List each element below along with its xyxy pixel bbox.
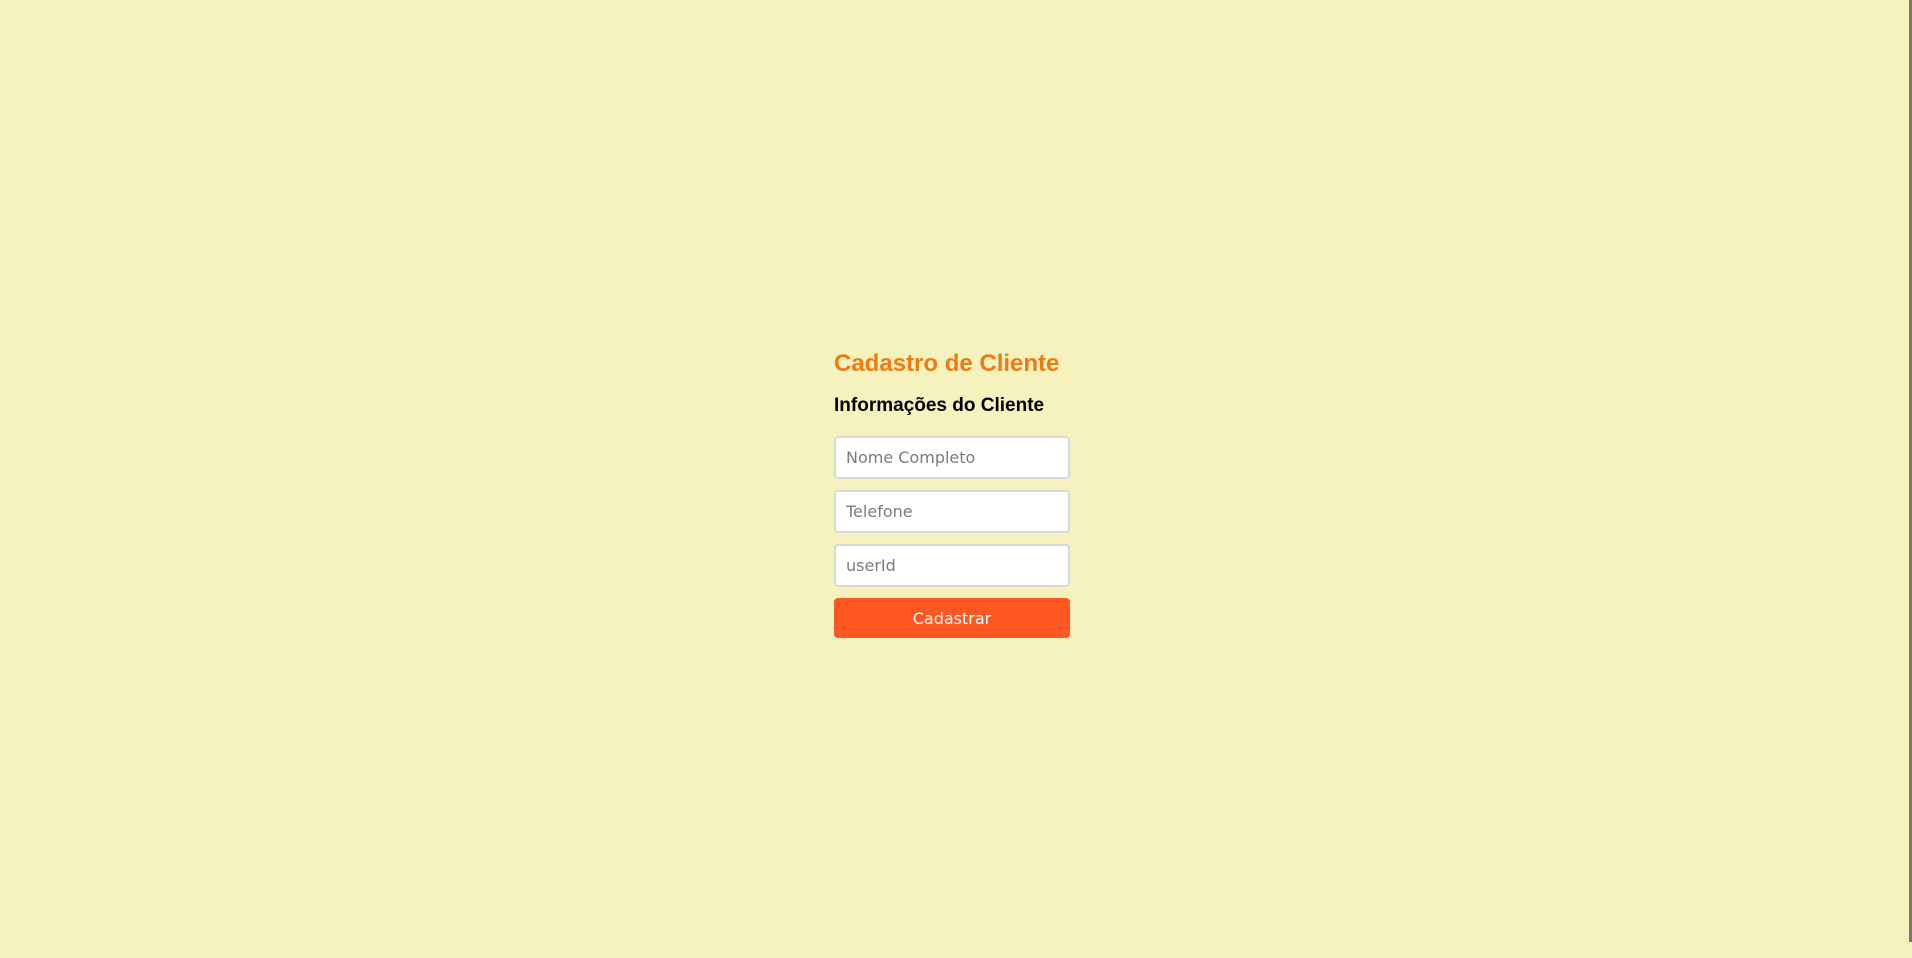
window-bottom-strip (0, 942, 1912, 958)
form-fields (834, 436, 1070, 587)
phone-input[interactable] (834, 490, 1070, 533)
customer-registration-form: Cadastro de Cliente Informações do Clien… (834, 346, 1070, 638)
full-name-input[interactable] (834, 436, 1070, 479)
user-id-input[interactable] (834, 544, 1070, 587)
section-title: Informações do Cliente (834, 395, 1045, 416)
page-title: Cadastro de Cliente (834, 350, 1060, 377)
register-button[interactable]: Cadastrar (834, 598, 1070, 638)
